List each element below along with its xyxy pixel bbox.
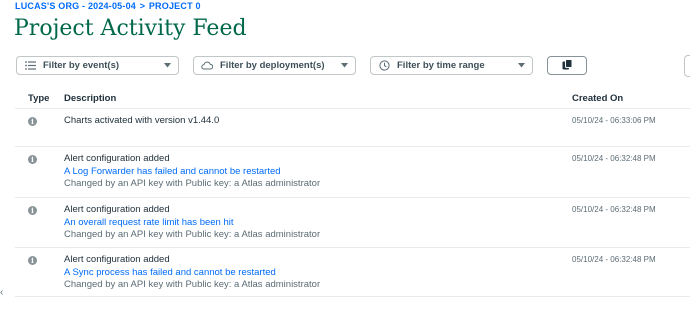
- cloud-icon: [201, 60, 213, 72]
- alert-link[interactable]: A Log Forwarder has failed and cannot be…: [64, 166, 320, 179]
- table-row: i Alert configuration added A Sync proce…: [15, 248, 690, 297]
- event-date: 05/10/24 - 06:33:06 PM: [572, 116, 656, 125]
- event-title: Alert configuration added: [64, 153, 170, 164]
- filter-deployments-label: Filter by deployment(s): [220, 60, 325, 71]
- column-header-type: Type: [28, 93, 50, 104]
- row-description: Charts activated with version v1.44.0: [64, 115, 219, 128]
- filter-time-range-select[interactable]: Filter by time range: [370, 56, 533, 75]
- event-title: Alert configuration added: [64, 254, 170, 265]
- event-date: 05/10/24 - 06:32:48 PM: [572, 255, 656, 264]
- alert-link[interactable]: An overall request rate limit has been h…: [64, 217, 320, 230]
- info-icon: i: [28, 117, 37, 126]
- row-description: Alert configuration added An overall req…: [64, 204, 320, 242]
- event-title: Charts activated with version v1.44.0: [64, 115, 220, 126]
- event-changed-by: Changed by an API key with Public key: a…: [64, 279, 321, 290]
- column-header-created-on[interactable]: Created On: [572, 93, 623, 104]
- table-row: i Alert configuration added An overall r…: [15, 198, 690, 248]
- filter-deployments-select[interactable]: Filter by deployment(s): [193, 56, 356, 75]
- chevron-down-icon: [163, 62, 171, 70]
- activity-feed-page: LUCAS'S ORG - 2024-05-04 > PROJECT 0 Pro…: [0, 0, 690, 311]
- breadcrumb: LUCAS'S ORG - 2024-05-04 > PROJECT 0: [15, 1, 201, 11]
- event-changed-by: Changed by an API key with Public key: a…: [64, 178, 321, 189]
- chevron-down-icon: [517, 62, 525, 70]
- filter-events-label: Filter by event(s): [43, 60, 120, 71]
- event-date: 05/10/24 - 06:32:48 PM: [572, 205, 656, 214]
- table-row: i Charts activated with version v1.44.0 …: [15, 108, 690, 147]
- breadcrumb-org[interactable]: LUCAS'S ORG - 2024-05-04: [15, 1, 136, 11]
- row-description: Alert configuration added A Sync process…: [64, 254, 320, 292]
- filter-events-select[interactable]: Filter by event(s): [16, 56, 179, 75]
- chevron-down-icon: [340, 62, 348, 70]
- event-title: Alert configuration added: [64, 204, 170, 215]
- side-panel-handle[interactable]: ‹: [0, 287, 4, 301]
- alert-link[interactable]: A Sync process has failed and cannot be …: [64, 267, 320, 280]
- info-icon: i: [28, 256, 37, 265]
- list-filter-icon: [24, 60, 36, 72]
- table-row: i Alert configuration added A Log Forwar…: [15, 147, 690, 198]
- event-changed-by: Changed by an API key with Public key: a…: [64, 229, 321, 240]
- info-icon: i: [28, 206, 37, 215]
- info-icon: i: [28, 155, 37, 164]
- column-header-description: Description: [64, 93, 117, 104]
- filter-time-range-label: Filter by time range: [397, 60, 485, 71]
- copy-icon: [562, 57, 573, 75]
- copy-button[interactable]: [547, 56, 587, 75]
- row-description: Alert configuration added A Log Forwarde…: [64, 153, 320, 191]
- clock-icon: [378, 60, 390, 72]
- table-header: Type Description Created On: [15, 88, 690, 109]
- breadcrumb-separator: >: [139, 1, 146, 11]
- page-title: Project Activity Feed: [14, 16, 247, 41]
- event-date: 05/10/24 - 06:32:48 PM: [572, 154, 656, 163]
- toolbar-overflow-control[interactable]: [684, 55, 690, 77]
- breadcrumb-project[interactable]: PROJECT 0: [149, 1, 201, 11]
